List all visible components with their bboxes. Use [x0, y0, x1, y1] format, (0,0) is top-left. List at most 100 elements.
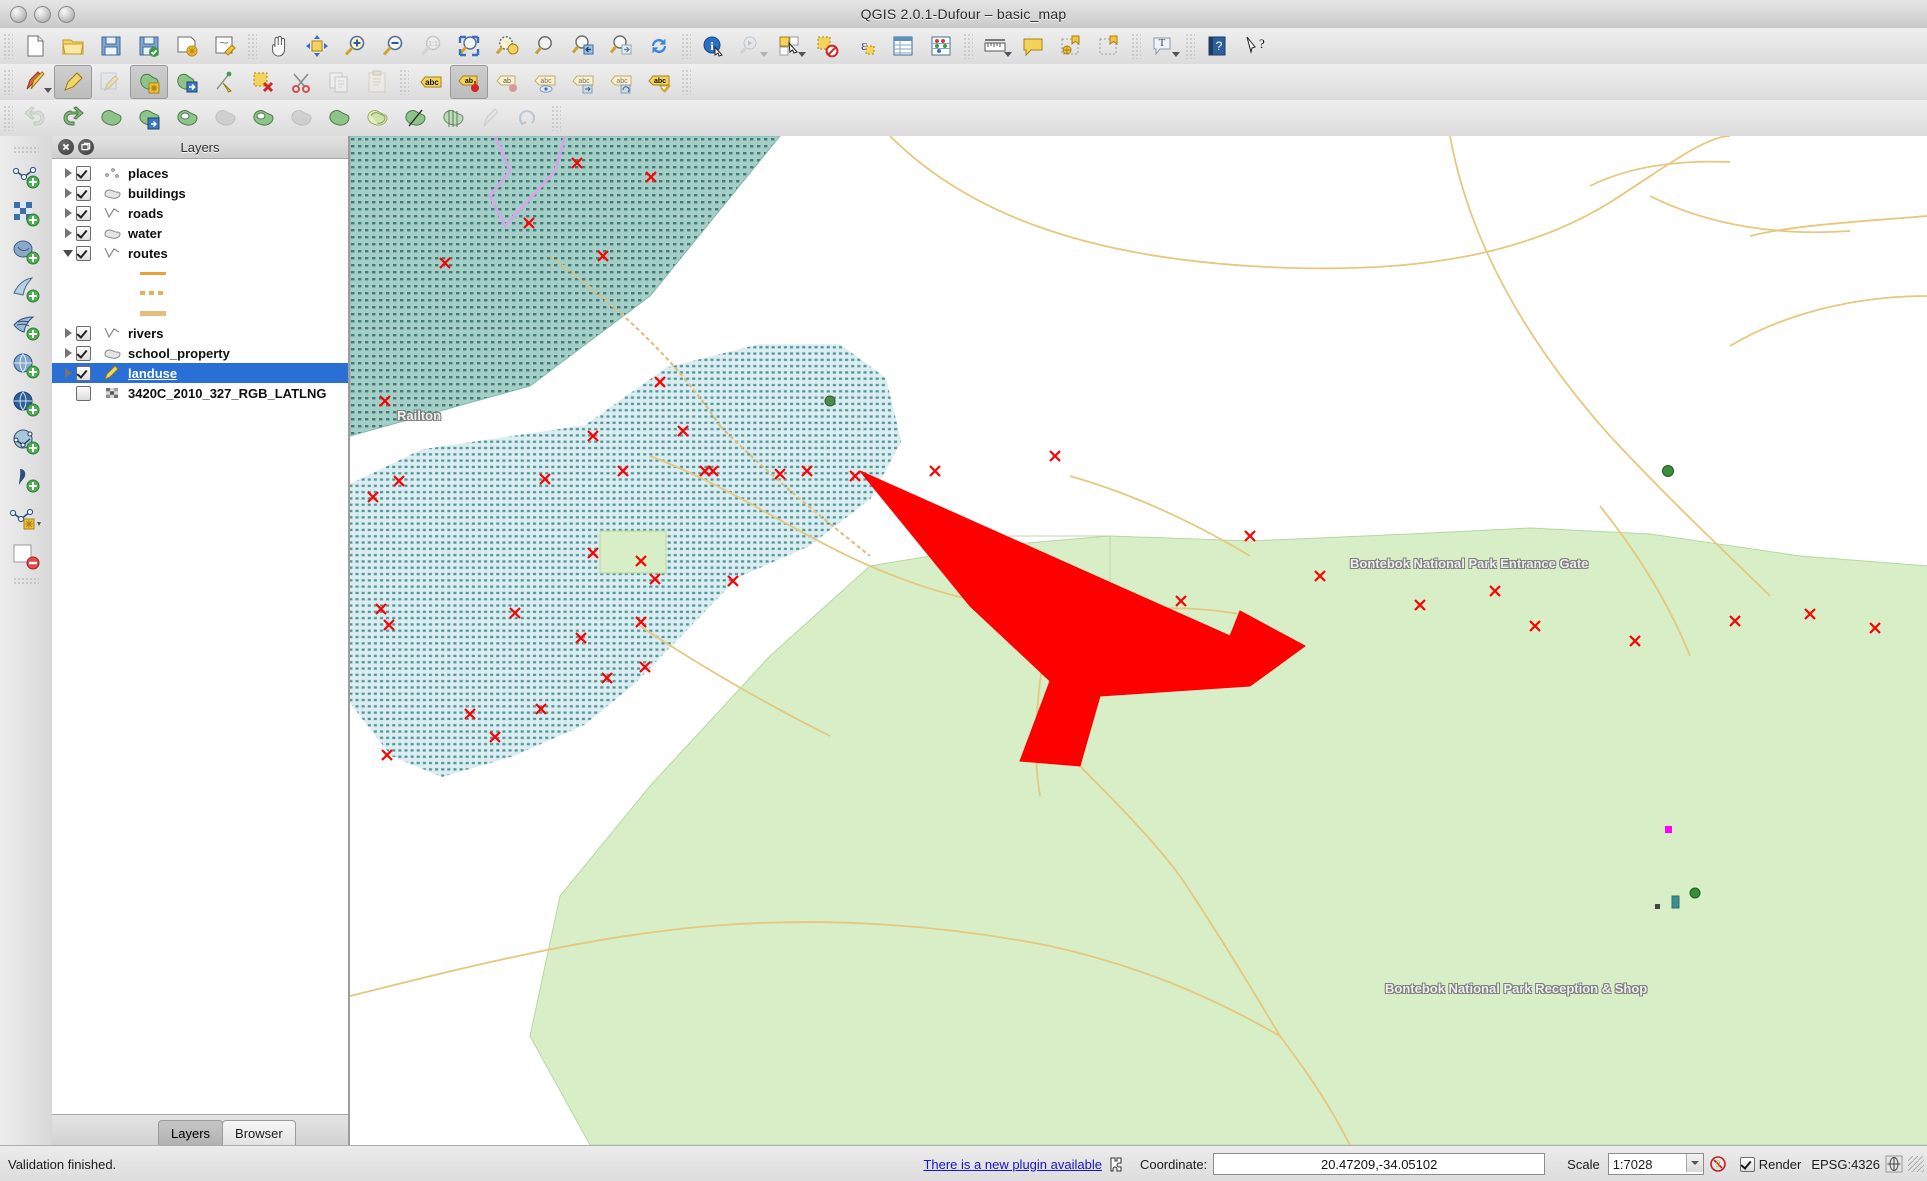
toolbar-grip[interactable]	[399, 69, 409, 95]
save-layer-edits-button[interactable]	[92, 65, 130, 99]
add-mssql-layer-button[interactable]	[6, 309, 46, 347]
deselect-features-button[interactable]	[808, 29, 846, 63]
fill-ring-button[interactable]	[206, 101, 244, 135]
pan-map-button[interactable]	[260, 29, 298, 63]
split-parts-button[interactable]	[434, 101, 472, 135]
zoom-in-button[interactable]	[336, 29, 374, 63]
layer-visibility-checkbox[interactable]	[76, 386, 91, 401]
expander-icon[interactable]	[60, 168, 76, 178]
toolbar-grip[interactable]	[1131, 33, 1141, 59]
chevron-down-icon[interactable]	[798, 52, 806, 57]
expander-icon[interactable]	[60, 250, 76, 257]
save-project-button[interactable]	[92, 29, 130, 63]
tab-browser[interactable]: Browser	[222, 1120, 296, 1145]
layer-tree[interactable]: places buildings roads	[52, 159, 348, 1114]
zoom-button[interactable]	[58, 6, 75, 23]
paste-features-button[interactable]	[358, 65, 396, 99]
layer-visibility-checkbox[interactable]	[76, 346, 91, 361]
expander-icon[interactable]	[60, 328, 76, 338]
change-label-button[interactable]: abc	[640, 65, 678, 99]
toolbar-grip[interactable]	[3, 69, 13, 95]
toggle-editing-button[interactable]	[54, 65, 92, 99]
copy-features-button[interactable]	[320, 65, 358, 99]
identify-features-button[interactable]: i	[694, 29, 732, 63]
chevron-down-icon[interactable]	[1686, 1154, 1703, 1172]
text-annotation-button[interactable]: T	[1144, 29, 1182, 63]
layer-visibility-checkbox[interactable]	[76, 186, 91, 201]
add-vector-layer-button[interactable]	[6, 157, 46, 195]
toolbar-grip[interactable]	[963, 33, 973, 59]
select-by-expression-button[interactable]: ε	[846, 29, 884, 63]
add-wcs-layer-button[interactable]	[6, 385, 46, 423]
layer-item-water[interactable]: water	[52, 223, 348, 243]
render-checkbox[interactable]	[1740, 1157, 1755, 1172]
delete-part-button[interactable]	[282, 101, 320, 135]
toolbar-grip[interactable]	[3, 105, 13, 131]
plugin-icon[interactable]	[1105, 1153, 1127, 1175]
zoom-next-button[interactable]	[602, 29, 640, 63]
new-bookmark-button[interactable]	[1052, 29, 1090, 63]
toolbar-grip[interactable]	[3, 33, 13, 59]
minimize-button[interactable]	[34, 6, 51, 23]
layer-item-raster[interactable]: 3420C_2010_327_RGB_LATLNG	[52, 383, 348, 403]
toolbar-grip[interactable]	[247, 33, 257, 59]
move-feature-button[interactable]	[168, 65, 206, 99]
zoom-out-button[interactable]	[374, 29, 412, 63]
layer-item-roads[interactable]: roads	[52, 203, 348, 223]
remove-layer-button[interactable]	[6, 537, 46, 575]
expander-icon[interactable]	[60, 188, 76, 198]
save-project-as-button[interactable]	[130, 29, 168, 63]
run-feature-action-button[interactable]	[732, 29, 770, 63]
new-print-composer-button[interactable]	[168, 29, 206, 63]
zoom-to-layer-button[interactable]	[526, 29, 564, 63]
window-resize-grip[interactable]	[1908, 1156, 1924, 1172]
select-features-button[interactable]	[770, 29, 808, 63]
lock-scale-icon[interactable]: 9	[1707, 1153, 1729, 1175]
add-wms-layer-button[interactable]	[6, 347, 46, 385]
chevron-down-icon[interactable]	[1004, 52, 1012, 57]
window-controls[interactable]	[10, 6, 75, 23]
chevron-down-icon[interactable]	[44, 88, 52, 93]
statistical-summary-button[interactable]	[922, 29, 960, 63]
crs-icon[interactable]	[1883, 1153, 1905, 1175]
delete-selected-button[interactable]	[244, 65, 282, 99]
map-canvas[interactable]: Railton Bontebok National Park Entrance …	[349, 136, 1927, 1145]
layer-item-routes[interactable]: routes	[52, 243, 348, 263]
reshape-features-button[interactable]	[320, 101, 358, 135]
move-label-button[interactable]: abc	[564, 65, 602, 99]
new-shapefile-layer-button[interactable]	[6, 499, 46, 537]
layer-visibility-checkbox[interactable]	[76, 226, 91, 241]
help-contents-button[interactable]: ?	[1198, 29, 1236, 63]
pan-to-selection-button[interactable]	[298, 29, 336, 63]
chevron-down-icon[interactable]	[760, 52, 768, 57]
chevron-down-icon[interactable]	[1172, 52, 1180, 57]
highlight-pinned-labels-button[interactable]: abc	[526, 65, 564, 99]
toolbar-grip[interactable]	[13, 146, 39, 155]
add-ring-button[interactable]	[130, 101, 168, 135]
layer-item-places[interactable]: places	[52, 163, 348, 183]
show-hide-labels-button[interactable]: ab	[488, 65, 526, 99]
zoom-full-button[interactable]	[450, 29, 488, 63]
toolbar-grip[interactable]	[681, 69, 691, 95]
new-project-button[interactable]	[16, 29, 54, 63]
layer-item-rivers[interactable]: rivers	[52, 323, 348, 343]
toolbar-grip[interactable]	[1185, 33, 1195, 59]
add-raster-layer-button[interactable]	[6, 195, 46, 233]
layer-visibility-checkbox[interactable]	[76, 166, 91, 181]
toolbar-grip[interactable]	[681, 33, 691, 59]
add-feature-button[interactable]	[130, 65, 168, 99]
expander-icon[interactable]	[60, 348, 76, 358]
toolbar-grip[interactable]	[551, 105, 561, 131]
layer-item-school-property[interactable]: school_property	[52, 343, 348, 363]
show-bookmarks-button[interactable]	[1090, 29, 1128, 63]
node-tool-button[interactable]	[206, 65, 244, 99]
zoom-last-button[interactable]	[564, 29, 602, 63]
expander-icon[interactable]	[60, 368, 76, 378]
add-spatialite-layer-button[interactable]	[6, 271, 46, 309]
expander-icon[interactable]	[60, 208, 76, 218]
add-part-button[interactable]	[168, 101, 206, 135]
layer-visibility-checkbox[interactable]	[76, 326, 91, 341]
simplify-feature-button[interactable]	[92, 101, 130, 135]
measure-line-button[interactable]	[976, 29, 1014, 63]
close-icon[interactable]	[58, 139, 74, 155]
